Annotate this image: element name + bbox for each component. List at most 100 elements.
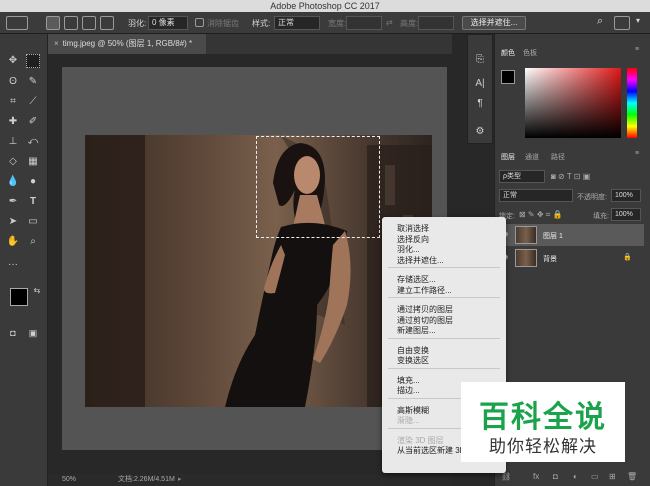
- antialias-checkbox[interactable]: [195, 18, 204, 27]
- color-picker-field[interactable]: [525, 68, 621, 138]
- window-titlebar: Adobe Photoshop CC 2017: [0, 0, 650, 12]
- document-tab-title: timg.jpeg @ 50% (图层 1, RGB/8#) *: [62, 39, 193, 48]
- type-tool-icon[interactable]: T: [26, 195, 40, 209]
- layer-filter-select[interactable]: ρ类型: [499, 170, 545, 183]
- add-to-selection-icon[interactable]: [64, 16, 78, 30]
- height-input[interactable]: [418, 16, 454, 30]
- tab-paths[interactable]: 路径: [551, 152, 565, 162]
- context-menu-item[interactable]: 新建图层...: [397, 325, 436, 336]
- layer-row[interactable]: ◉ 背景 🔒: [497, 247, 644, 269]
- new-selection-icon[interactable]: [46, 16, 60, 30]
- layers-menu-icon[interactable]: ≡: [635, 150, 639, 157]
- panel-menu-icon[interactable]: ≡: [635, 46, 639, 53]
- layer-name: 图层 1: [543, 233, 563, 240]
- lasso-tool-icon[interactable]: ʘ: [6, 75, 20, 89]
- color-panel-foreground-swatch[interactable]: [501, 70, 515, 84]
- tab-layers[interactable]: 图层: [501, 152, 515, 162]
- layer-row[interactable]: ◉ 图层 1: [497, 224, 644, 246]
- select-and-mask-button[interactable]: 选择并遮住...: [462, 16, 526, 30]
- context-menu-item[interactable]: 选择反向: [397, 234, 429, 245]
- history-panel-icon[interactable]: ⎘: [473, 53, 487, 67]
- opacity-label: 不透明度:: [577, 194, 607, 201]
- crop-tool-icon[interactable]: ⌗: [6, 95, 20, 109]
- quick-select-tool-icon[interactable]: ✎: [26, 75, 40, 89]
- context-menu-item[interactable]: 高斯模糊: [397, 405, 429, 416]
- style-select[interactable]: 正常: [274, 16, 320, 30]
- rectangle-tool-icon[interactable]: ▭: [26, 215, 40, 229]
- tab-swatches[interactable]: 色板: [523, 48, 537, 58]
- move-tool-icon[interactable]: ✥: [6, 54, 20, 68]
- context-menu-item[interactable]: 羽化...: [397, 244, 420, 255]
- workspace-chevron-down-icon[interactable]: ▾: [636, 16, 640, 25]
- eraser-tool-icon[interactable]: ◇: [6, 155, 20, 169]
- swap-colors-icon[interactable]: ⇆: [30, 284, 44, 298]
- adjustment-layer-icon[interactable]: ◐: [573, 472, 578, 481]
- paragraph-panel-icon[interactable]: ¶: [473, 97, 487, 111]
- document-tab[interactable]: × timg.jpeg @ 50% (图层 1, RGB/8#) *: [48, 34, 206, 54]
- new-group-icon[interactable]: ▭: [591, 472, 599, 481]
- watermark: 百科全说 助你轻松解决: [461, 382, 625, 462]
- zoom-tool-icon[interactable]: ⌕: [26, 235, 40, 249]
- context-menu-item[interactable]: 变换选区: [397, 355, 429, 366]
- eyedropper-tool-icon[interactable]: ⟋: [26, 95, 40, 109]
- hue-slider[interactable]: [627, 68, 637, 138]
- lock-icons[interactable]: ⊠ ✎ ✥ ⌗ 🔒: [519, 210, 562, 220]
- blend-mode-select[interactable]: 正常: [499, 189, 573, 202]
- watermark-subtitle: 助你轻松解决: [489, 437, 597, 456]
- context-menu-item[interactable]: 通过剪切的图层: [397, 315, 453, 326]
- swap-dimensions-icon[interactable]: ⇄: [386, 18, 393, 27]
- character-panel-icon[interactable]: A|: [473, 77, 487, 91]
- tab-color[interactable]: 颜色: [501, 48, 515, 58]
- zoom-level[interactable]: 50%: [62, 474, 76, 486]
- subtract-selection-icon[interactable]: [82, 16, 96, 30]
- screen-mode-icon[interactable]: ▣: [26, 326, 40, 340]
- delete-layer-icon[interactable]: 🗑: [627, 472, 637, 481]
- context-menu-item[interactable]: 存储选区...: [397, 274, 436, 285]
- context-menu-item[interactable]: 描边...: [397, 385, 420, 396]
- fill-input[interactable]: 100%: [611, 208, 641, 221]
- tools-panel: ✥ ʘ ✎ ⌗ ⟋ ✚ ✐ ⊥ ⤺ ◇ ▦ 💧 ● ✒ T ➤ ▭ ✋ ⌕ ··…: [0, 34, 48, 486]
- document-size-info: 文档:2.26M/4.51M: [118, 476, 175, 483]
- dodge-tool-icon[interactable]: ●: [26, 175, 40, 189]
- clone-stamp-tool-icon[interactable]: ⊥: [6, 135, 20, 149]
- tab-channels[interactable]: 通道: [525, 152, 539, 162]
- hand-tool-icon[interactable]: ✋: [6, 235, 20, 249]
- context-menu-item[interactable]: 通过拷贝的图层: [397, 304, 453, 315]
- style-label: 样式:: [252, 19, 271, 28]
- workspace-icon[interactable]: [614, 16, 630, 30]
- path-selection-tool-icon[interactable]: ➤: [6, 215, 20, 229]
- gradient-tool-icon[interactable]: ▦: [26, 155, 40, 169]
- foreground-color-swatch[interactable]: [10, 288, 28, 306]
- context-menu-item[interactable]: 自由变换: [397, 345, 429, 356]
- adjustments-panel-icon[interactable]: ⚙: [473, 125, 487, 139]
- brush-tool-icon[interactable]: ✐: [26, 115, 40, 129]
- link-layers-icon[interactable]: ⛓: [501, 472, 511, 481]
- status-menu-chevron-icon[interactable]: ▸: [178, 474, 182, 486]
- context-menu-item[interactable]: 建立工作路径...: [397, 285, 452, 296]
- intersect-selection-icon[interactable]: [100, 16, 114, 30]
- add-mask-icon[interactable]: ◘: [553, 472, 558, 481]
- new-layer-icon[interactable]: ⊞: [609, 472, 616, 481]
- search-icon[interactable]: ⌕: [597, 15, 603, 28]
- layer-style-icon[interactable]: fx: [533, 472, 539, 481]
- selection-marquee[interactable]: [256, 136, 380, 238]
- blur-tool-icon[interactable]: 💧: [6, 175, 20, 189]
- history-brush-tool-icon[interactable]: ⤺: [26, 135, 40, 149]
- more-tools-icon[interactable]: ···: [6, 258, 20, 272]
- context-menu-separator: [388, 367, 500, 369]
- feather-input[interactable]: 0 像素: [148, 16, 188, 30]
- feather-label: 羽化:: [128, 19, 147, 28]
- opacity-input[interactable]: 100%: [611, 189, 641, 202]
- context-menu-item[interactable]: 填充...: [397, 375, 420, 386]
- pen-tool-icon[interactable]: ✒: [6, 195, 20, 209]
- context-menu-separator: [388, 297, 500, 298]
- rect-marquee-tool-icon[interactable]: [26, 54, 40, 68]
- close-tab-icon[interactable]: ×: [54, 39, 59, 48]
- context-menu-item[interactable]: 选择并遮住...: [397, 255, 444, 266]
- context-menu-item[interactable]: 取消选择: [397, 223, 429, 234]
- layer-filter-icons[interactable]: ◙ ⊘ T ⊡ ▣: [551, 172, 590, 181]
- marquee-tool-preset-icon[interactable]: [6, 16, 28, 30]
- width-input[interactable]: [346, 16, 382, 30]
- healing-brush-tool-icon[interactable]: ✚: [6, 115, 20, 129]
- quick-mask-icon[interactable]: ◘: [6, 326, 20, 340]
